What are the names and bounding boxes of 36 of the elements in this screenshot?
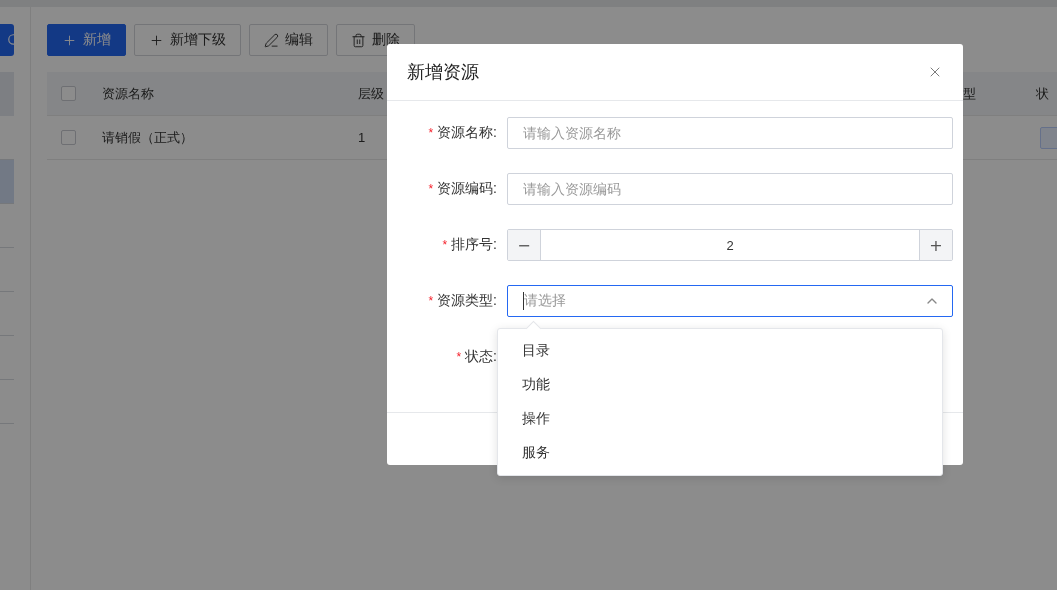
pen-icon — [264, 32, 279, 48]
required-mark: * — [456, 350, 462, 364]
field-label: 状态: — [465, 348, 497, 366]
trash-icon — [351, 32, 366, 48]
checkbox[interactable] — [61, 86, 76, 101]
plus-icon — [149, 32, 164, 48]
table-cell: 1 — [358, 130, 366, 145]
field-label: 资源名称: — [437, 124, 497, 142]
required-mark: * — [428, 182, 434, 196]
table-cell: 请销假（正式） — [102, 128, 193, 147]
toolbar-button[interactable]: 编辑 — [249, 24, 328, 56]
column-header: 层级 — [358, 84, 384, 103]
required-mark: * — [442, 238, 448, 252]
field-label: 排序号: — [451, 236, 497, 254]
dropdown-option[interactable]: 服务 — [498, 436, 942, 470]
search-button[interactable] — [0, 24, 14, 56]
text-field[interactable]: 请输入资源名称 — [507, 117, 953, 149]
column-header: 资源名称 — [102, 84, 154, 103]
number-field[interactable]: − 2 + — [507, 229, 953, 261]
sidebar-item[interactable] — [0, 160, 14, 204]
required-mark: * — [428, 126, 434, 140]
field-label: 资源类型: — [437, 292, 497, 310]
text-field[interactable]: 请输入资源编码 — [507, 173, 953, 205]
decrement-button[interactable]: − — [508, 230, 540, 260]
required-mark: * — [428, 294, 434, 308]
dialog-title: 新增资源 — [407, 61, 479, 84]
increment-button[interactable]: + — [920, 230, 952, 260]
checkbox[interactable] — [61, 130, 76, 145]
dropdown-option[interactable]: 目录 — [498, 334, 942, 368]
toolbar-button[interactable]: 新增下级 — [134, 24, 241, 56]
column-header: 型 — [963, 84, 976, 103]
dropdown-option[interactable]: 功能 — [498, 368, 942, 402]
field-label: 资源编码: — [437, 180, 497, 198]
column-header: 状 — [1036, 84, 1049, 103]
dropdown-option[interactable]: 操作 — [498, 402, 942, 436]
plus-icon — [62, 32, 77, 48]
